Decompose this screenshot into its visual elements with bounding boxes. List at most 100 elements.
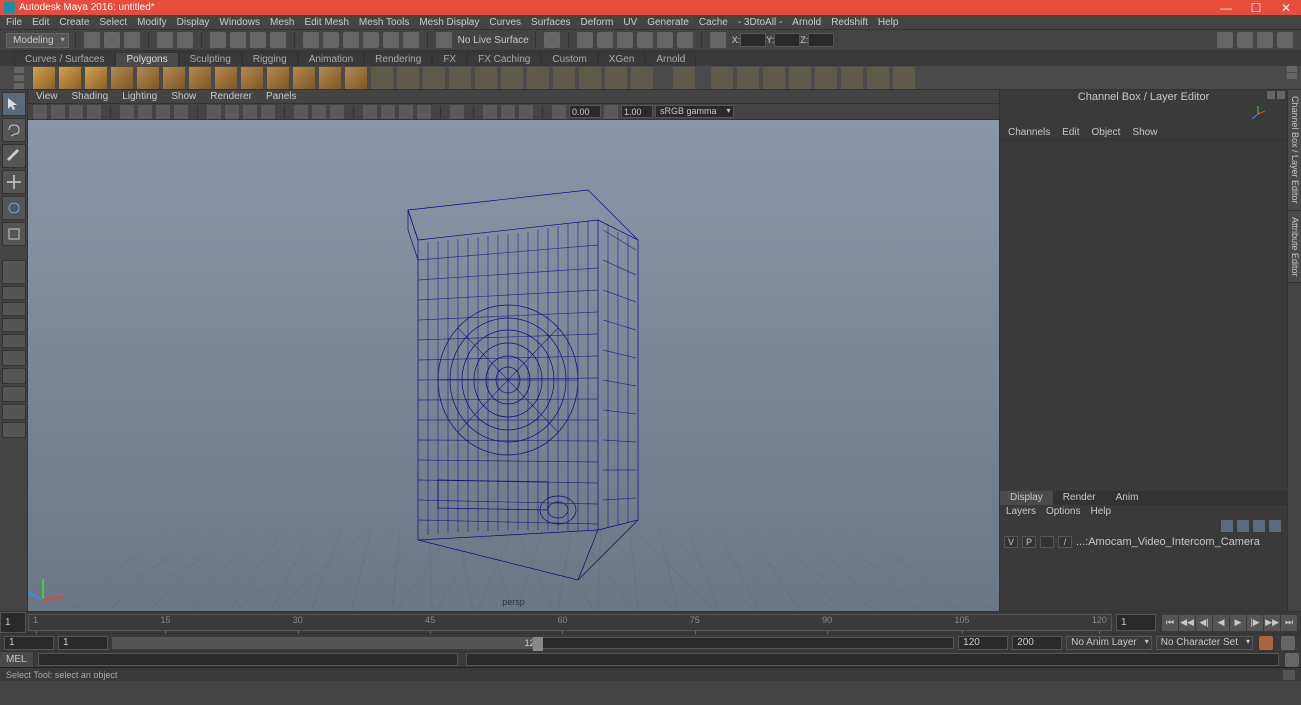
menu-deform[interactable]: Deform (581, 17, 614, 28)
ch-menu-channels[interactable]: Channels (1008, 127, 1050, 137)
menu-select[interactable]: Select (99, 17, 127, 28)
vp-reset-icon[interactable] (483, 105, 497, 119)
target-weld-icon[interactable] (711, 67, 733, 89)
menu-curves[interactable]: Curves (489, 17, 521, 28)
platonic-icon[interactable] (319, 67, 341, 89)
cone-icon[interactable] (111, 67, 133, 89)
vp-film-icon[interactable] (138, 105, 152, 119)
rewind-button[interactable]: ⏮ (1162, 615, 1178, 631)
crease-icon[interactable] (763, 67, 785, 89)
vp-render-icon[interactable] (519, 105, 533, 119)
range-handle[interactable] (533, 637, 543, 651)
layout-outliner-button[interactable] (2, 318, 26, 332)
range-end-outer-input[interactable] (1012, 636, 1062, 650)
bridge-icon[interactable] (501, 67, 523, 89)
menu-file[interactable]: File (6, 17, 22, 28)
sidetab-attribute-editor[interactable]: Attribute Editor (1288, 211, 1301, 284)
shelf-tab-rendering[interactable]: Rendering (364, 52, 432, 66)
shelf-tab-rigging[interactable]: Rigging (242, 52, 298, 66)
vp-grid-icon[interactable] (120, 105, 134, 119)
orientation-gizmo-icon[interactable] (1249, 105, 1267, 123)
shelf-scroll-down-icon[interactable] (1287, 73, 1297, 79)
layer-menu-options[interactable]: Options (1046, 506, 1080, 518)
minimize-button[interactable]: — (1211, 0, 1241, 15)
vp-menu-shading[interactable]: Shading (72, 91, 109, 102)
shelf-tab-xgen[interactable]: XGen (598, 52, 646, 66)
workspace-icon-4[interactable] (1277, 32, 1293, 48)
live-surface-icon[interactable] (436, 32, 452, 48)
step-forward-button[interactable]: ▶▶ (1264, 615, 1280, 631)
vp-menu-lighting[interactable]: Lighting (122, 91, 157, 102)
layout-script-button[interactable] (2, 404, 26, 420)
forward-end-button[interactable]: ⏭ (1281, 615, 1297, 631)
menu-surfaces[interactable]: Surfaces (531, 17, 570, 28)
smooth-icon[interactable] (423, 67, 445, 89)
render-icon[interactable] (577, 32, 593, 48)
layer-display-type-toggle[interactable] (1040, 536, 1054, 548)
menu-mesh-display[interactable]: Mesh Display (419, 17, 479, 28)
menu-cache[interactable]: Cache (699, 17, 728, 28)
viewport-3d[interactable]: persp (28, 120, 999, 611)
move-tool-button[interactable] (2, 170, 26, 194)
vp-gear-icon[interactable] (501, 105, 515, 119)
vp-texture-icon[interactable] (243, 105, 257, 119)
snap-live-icon[interactable] (383, 32, 399, 48)
layout-uv-button[interactable] (2, 386, 26, 402)
fill-icon[interactable] (605, 67, 627, 89)
shelf-tab-animation[interactable]: Animation (298, 52, 364, 66)
lasso-icon[interactable] (230, 32, 246, 48)
menu-redshift[interactable]: Redshift (831, 17, 868, 28)
shelf-tab-arnold[interactable]: Arnold (645, 52, 696, 66)
layout-blank-button[interactable] (2, 422, 26, 438)
range-start-input[interactable] (58, 636, 108, 650)
coord-z-input[interactable] (808, 33, 834, 47)
booleans-icon[interactable] (449, 67, 471, 89)
extrude-icon[interactable] (475, 67, 497, 89)
sphere-icon[interactable] (33, 67, 55, 89)
coord-x-input[interactable] (740, 33, 766, 47)
unfold-icon[interactable] (893, 67, 915, 89)
hypershade-icon[interactable] (677, 32, 693, 48)
layer-tab-anim[interactable]: Anim (1106, 491, 1149, 505)
vp-expose-icon[interactable] (450, 105, 464, 119)
save-scene-icon[interactable] (124, 32, 140, 48)
step-back-button[interactable]: ◀◀ (1179, 615, 1195, 631)
render-globals-icon[interactable] (657, 32, 673, 48)
soccer-icon[interactable] (293, 67, 315, 89)
channelbox-close-icon[interactable] (1277, 91, 1285, 99)
combine-icon[interactable] (371, 67, 393, 89)
undo-icon[interactable] (157, 32, 173, 48)
vp-light-icon[interactable] (261, 105, 275, 119)
menu-edit[interactable]: Edit (32, 17, 49, 28)
new-scene-icon[interactable] (84, 32, 100, 48)
vp-isolate-icon[interactable] (294, 105, 308, 119)
anim-layer-dropdown[interactable]: No Anim Layer (1066, 636, 1152, 650)
snap-grid-icon[interactable] (303, 32, 319, 48)
redo-icon[interactable] (177, 32, 193, 48)
select-tool-button[interactable] (2, 92, 26, 116)
play-forward-button[interactable]: ▶ (1230, 615, 1246, 631)
quad-draw-icon[interactable] (737, 67, 759, 89)
vp-gamma-icon[interactable] (604, 105, 618, 119)
script-lang-dropdown[interactable]: MEL (0, 652, 34, 667)
shelf-tab-fxcaching[interactable]: FX Caching (467, 52, 541, 66)
maximize-button[interactable]: ☐ (1241, 0, 1271, 15)
workspace-icon-2[interactable] (1237, 32, 1253, 48)
workspace-icon-3[interactable] (1257, 32, 1273, 48)
shelf-tab-polygons[interactable]: Polygons (115, 52, 178, 66)
menu-uv[interactable]: UV (623, 17, 637, 28)
bevel-icon[interactable] (527, 67, 549, 89)
xyz-toggle-icon[interactable] (710, 32, 726, 48)
vp-bookmark-icon[interactable] (69, 105, 83, 119)
render-view-icon[interactable] (637, 32, 653, 48)
rotate-tool-button[interactable] (2, 196, 26, 220)
mirror-icon[interactable] (553, 67, 575, 89)
vp-menu-renderer[interactable]: Renderer (210, 91, 252, 102)
uv-editor-icon[interactable] (815, 67, 837, 89)
layer-name-label[interactable]: ...:Amocam_Video_Intercom_Camera (1076, 536, 1283, 548)
layer-tab-render[interactable]: Render (1053, 491, 1106, 505)
layer-menu-layers[interactable]: Layers (1006, 506, 1036, 518)
status-toggle-icon[interactable] (1283, 670, 1295, 680)
play-back-button[interactable]: ◀ (1213, 615, 1229, 631)
menu-generate[interactable]: Generate (647, 17, 689, 28)
